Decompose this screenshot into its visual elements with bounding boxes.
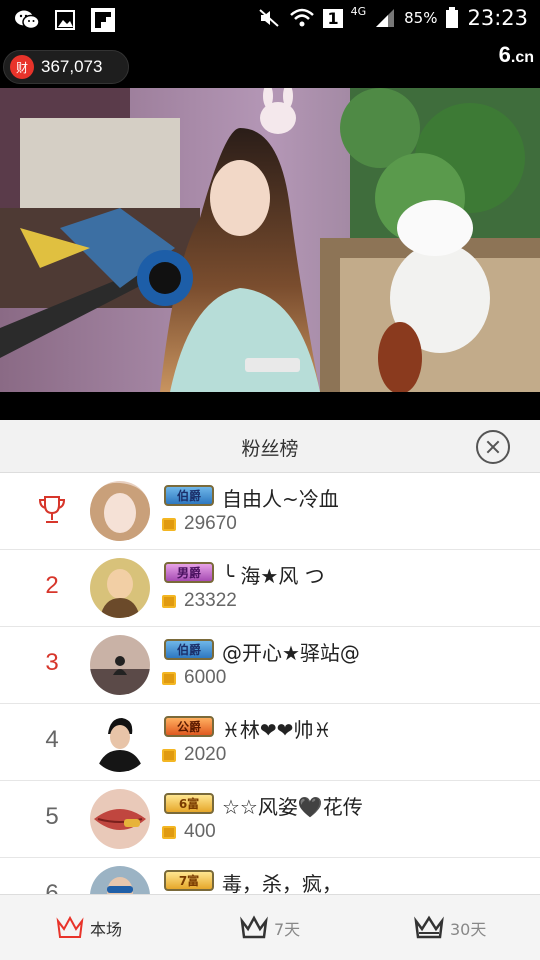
wealth-counter[interactable]: 财 367,073 [3,50,129,84]
battery-percent: 85% [404,9,438,27]
avatar[interactable] [90,635,150,695]
mute-icon [259,9,280,27]
rank-number: 6 [45,880,59,894]
rank-number: 2 [45,572,59,599]
sim-indicator: 1 [323,8,343,28]
fan-coins: 400 [184,821,216,842]
crown-icon [414,915,444,939]
fan-name: ☆☆风姿🖤花传 [222,795,363,819]
panel-title: 粉丝榜 [241,438,299,460]
list-item[interactable]: 2 男爵 ╰ 海★风 つ 23322 [0,550,540,627]
status-bar: 1 4G 85% 23:23 [0,0,540,40]
clock: 23:23 [467,6,528,30]
fan-name: ♓林❤❤帅♓ [222,718,332,742]
rank-badge: 7富 [164,870,214,891]
close-button[interactable] [476,430,510,464]
avatar[interactable] [90,558,150,618]
avatar-image [90,481,150,541]
rank-number: 4 [45,726,59,753]
wifi-icon [290,8,315,27]
coin-icon [162,826,176,839]
rank-badge: 公爵 [164,716,214,737]
rank-badge: 伯爵 [164,485,214,506]
fan-coins: 29670 [184,513,237,534]
avatar[interactable] [90,481,150,541]
avatar-image [90,635,150,695]
rank-number: 5 [45,803,59,830]
wealth-icon: 财 [10,55,34,79]
avatar-image [90,558,150,618]
list-item[interactable]: 5 6富 ☆☆风姿🖤花传 400 [0,781,540,858]
fan-name: @开心★驿站@ [222,641,360,665]
battery-icon [446,7,459,28]
coin-icon [162,749,176,762]
fan-coins: 6000 [184,667,227,688]
wealth-value: 367,073 [41,57,103,76]
tab-label: 本场 [90,920,123,939]
coin-icon [162,595,176,608]
list-item[interactable]: 伯爵 自由人~冷血 29670 [0,473,540,550]
coin-icon [162,672,176,685]
crown-icon [240,915,268,939]
tab-label: 7天 [274,920,301,939]
signal-icon [376,9,395,27]
crown-icon [56,915,84,938]
gallery-icon [55,10,75,30]
fan-name: 自由人~冷血 [222,487,339,511]
tab-30-days[interactable]: 30天 [414,895,486,960]
live-header: 财 367,073 6.cn [0,40,540,88]
rank-badge: 伯爵 [164,639,214,660]
tab-label: 30天 [450,920,487,939]
fans-list[interactable]: 伯爵 自由人~冷血 29670 2 男爵 ╰ 海★风 つ 23322 3 伯爵 … [0,473,540,894]
video-bottom-bar [0,392,540,420]
period-tabbar: 本场 7天 30天 [0,894,540,960]
rank-badge: 6富 [164,793,214,814]
list-item[interactable]: 4 公爵 ♓林❤❤帅♓ 2020 [0,704,540,781]
fan-name: 毒，杀，疯， [222,872,342,894]
flipboard-icon [91,8,115,32]
avatar[interactable] [90,712,150,772]
network-type: 4G [350,4,367,18]
rank-number: 3 [45,649,59,676]
site-logo: 6.cn [498,42,534,67]
avatar[interactable] [90,789,150,849]
tab-7-days[interactable]: 7天 [240,895,300,960]
coin-icon [162,518,176,531]
tab-current-show[interactable]: 本场 [56,895,122,960]
wechat-icon [15,10,40,30]
avatar-image [90,712,150,772]
list-item[interactable]: 3 伯爵 @开心★驿站@ 6000 [0,627,540,704]
rank-badge: 男爵 [164,562,214,583]
fan-name: ╰ 海★风 つ [222,564,325,588]
avatar-image [90,789,150,849]
fans-panel-header: 粉丝榜 [0,420,540,473]
avatar[interactable] [90,866,150,894]
video-frame-image [0,88,540,392]
avatar-image [90,866,150,894]
live-video[interactable] [0,88,540,392]
fan-coins: 23322 [184,590,237,611]
trophy-icon [38,496,66,523]
list-item[interactable]: 6 7富 毒，杀，疯， [0,858,540,894]
fan-coins: 2020 [184,744,227,765]
